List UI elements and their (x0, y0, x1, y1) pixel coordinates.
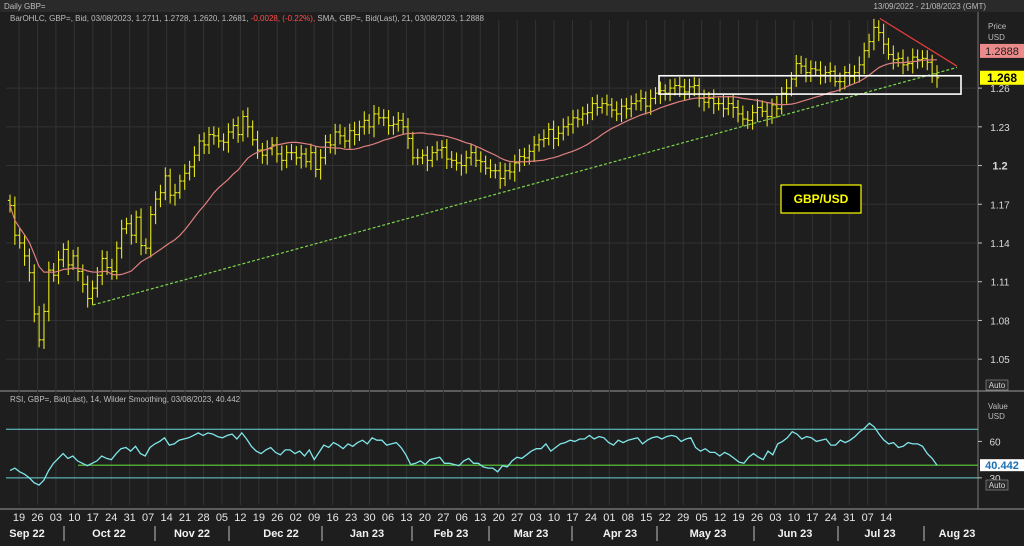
x-tick-label: 07 (142, 512, 154, 524)
x-month-label: Apr 23 (603, 528, 637, 540)
price-tick-label: 1.05 (990, 355, 1010, 366)
x-tick-label: 16 (327, 512, 339, 524)
x-month-label: Oct 22 (92, 528, 126, 540)
x-tick-label: 13 (400, 512, 412, 524)
x-tick-label: 19 (253, 512, 265, 524)
rsi-tick-label: 60 (989, 437, 1001, 448)
price-legend-prefix: BarOHLC, GBP=, Bid, 03/08/2023, 1.2711, … (10, 14, 249, 23)
x-tick-label: 21 (179, 512, 191, 524)
x-tick-label: 22 (659, 512, 671, 524)
x-tick-label: 26 (31, 512, 43, 524)
x-month-label: Jul 23 (864, 528, 895, 540)
x-tick-label: 08 (622, 512, 634, 524)
x-tick-label: 12 (234, 512, 246, 524)
price-tick-label: 1.17 (990, 200, 1010, 211)
price-legend-change: -0.0028, (-0.22%), (250, 14, 316, 23)
x-tick-label: 31 (843, 512, 855, 524)
x-month-label: Nov 22 (174, 528, 210, 540)
x-tick-label: 17 (566, 512, 578, 524)
rsi-axis-title: Value (988, 402, 1008, 411)
x-tick-label: 24 (585, 512, 597, 524)
chart-title: Daily GBP= (4, 2, 46, 11)
x-tick-label: 06 (382, 512, 394, 524)
rsi-axis-unit: USD (988, 412, 1005, 421)
x-tick-label: 26 (751, 512, 763, 524)
x-tick-label: 19 (13, 512, 25, 524)
chart-window: GBP/USD 19 26 03 10 17 24 31 07 14 21 28 05 12 19 26 02… (0, 0, 1024, 541)
x-tick-label: 10 (788, 512, 800, 524)
x-tick-label: 23 (345, 512, 357, 524)
x-tick-label: 10 (68, 512, 80, 524)
x-tick-label: 17 (87, 512, 99, 524)
x-tick-label: 30 (363, 512, 375, 524)
price-legend-sma: SMA, GBP=, Bid(Last), 21, 03/08/2023, 1.… (317, 14, 484, 23)
rsi-legend: RSI, GBP=, Bid(Last), 14, Wilder Smoothi… (10, 395, 241, 404)
price-tick-label: 1.14 (990, 239, 1010, 250)
price-auto-label: Auto (989, 381, 1006, 390)
x-month-label: Aug 23 (939, 528, 976, 540)
x-tick-label: 13 (474, 512, 486, 524)
price-axis-unit: USD (988, 33, 1005, 42)
x-month-label: Jun 23 (778, 528, 813, 540)
x-tick-label: 07 (862, 512, 874, 524)
x-tick-label: 29 (677, 512, 689, 524)
x-tick-label: 02 (290, 512, 302, 524)
x-tick-label: 03 (769, 512, 781, 524)
x-tick-label: 01 (603, 512, 615, 524)
price-legend: BarOHLC, GBP=, Bid, 03/08/2023, 1.2711, … (10, 14, 484, 23)
x-tick-label: 05 (216, 512, 228, 524)
x-tick-label: 05 (696, 512, 708, 524)
rsi-tag-label: 40.442 (985, 460, 1019, 472)
x-tick-label: 17 (806, 512, 818, 524)
x-tick-label: 06 (456, 512, 468, 524)
x-month-label: May 23 (690, 528, 727, 540)
x-tick-label: 27 (511, 512, 523, 524)
x-tick-label: 20 (493, 512, 505, 524)
date-range: 13/09/2022 - 21/08/2023 (GMT) (873, 2, 986, 11)
x-tick-label: 12 (714, 512, 726, 524)
x-tick-label: 24 (825, 512, 837, 524)
price-tick-label: 1.2 (992, 161, 1007, 173)
x-tick-label: 14 (160, 512, 172, 524)
price-tick-label: 1.23 (990, 123, 1010, 134)
x-month-label: Feb 23 (434, 528, 469, 540)
sma-tag-label: 1.2888 (985, 46, 1019, 58)
x-tick-label: 14 (880, 512, 892, 524)
x-tick-label: 31 (124, 512, 136, 524)
x-month-label: Dec 22 (263, 528, 298, 540)
chart-background (0, 0, 1024, 541)
x-tick-label: 19 (732, 512, 744, 524)
x-tick-label: 15 (640, 512, 652, 524)
x-tick-label: 28 (197, 512, 209, 524)
chart-canvas[interactable]: GBP/USD 19 26 03 10 17 24 31 07 14 21 28 05 12 19 26 02… (0, 0, 1024, 541)
last-price-tag-label: 1.268 (987, 71, 1017, 85)
x-month-label: Jan 23 (350, 528, 384, 540)
x-tick-label: 10 (548, 512, 560, 524)
rsi-auto-label: Auto (989, 481, 1006, 490)
annotation-label: GBP/USD (794, 192, 849, 206)
x-tick-label: 20 (419, 512, 431, 524)
x-month-label: Mar 23 (514, 528, 549, 540)
x-tick-label: 27 (437, 512, 449, 524)
price-tick-label: 1.26 (990, 84, 1010, 95)
x-tick-label: 03 (529, 512, 541, 524)
x-tick-label: 03 (50, 512, 62, 524)
x-tick-label: 24 (105, 512, 117, 524)
price-tick-label: 1.11 (991, 278, 1010, 289)
price-tick-label: 1.08 (990, 316, 1010, 327)
title-bar (0, 0, 1024, 12)
x-month-label: Sep 22 (9, 528, 44, 540)
x-tick-label: 09 (308, 512, 320, 524)
price-axis-title: Price (988, 22, 1007, 31)
x-tick-label: 26 (271, 512, 283, 524)
